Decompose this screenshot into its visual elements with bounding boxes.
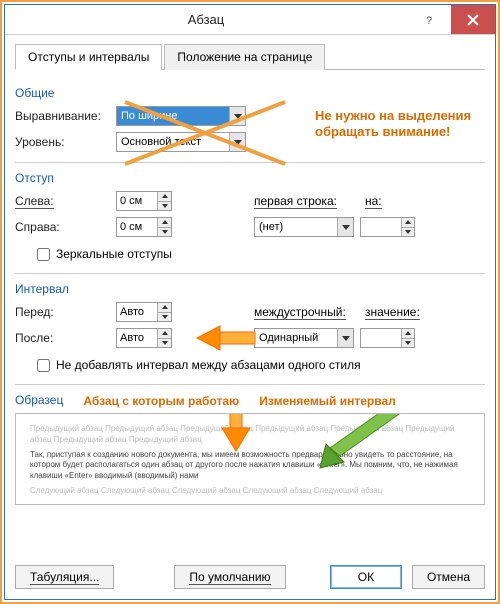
tab-strip: Отступы и интервалы Положение на страниц… (15, 43, 485, 70)
spacing-before-label: Перед: (15, 305, 110, 319)
spacing-before-spin[interactable] (116, 302, 172, 322)
indent-by-spin[interactable] (360, 217, 415, 237)
alignment-label: Выравнивание: (15, 109, 110, 123)
chevron-down-icon[interactable] (229, 107, 245, 125)
paragraph-dialog: Абзац ? Отступы и интервалы Положение на… (4, 4, 496, 600)
indent-right-spin[interactable] (116, 217, 172, 237)
window-title: Абзац (5, 12, 407, 27)
spacing-after-spin[interactable] (116, 328, 172, 348)
close-button[interactable] (451, 5, 495, 34)
section-indent: Отступ (15, 171, 485, 185)
indent-left-spin[interactable] (116, 191, 172, 211)
spin-down-icon[interactable] (158, 202, 171, 211)
first-line-label: первая строка: (254, 194, 359, 208)
section-general: Общие (15, 86, 485, 100)
preview-box: Предыдущий абзац Предыдущий абзац Предыд… (15, 413, 485, 505)
section-preview: Образец (15, 393, 63, 407)
tabs-button[interactable]: Табуляция... (15, 565, 114, 589)
spin-up-icon[interactable] (158, 192, 171, 202)
outline-label: Уровень: (15, 135, 110, 149)
help-button[interactable]: ? (407, 5, 451, 34)
spacing-at-spin[interactable] (360, 328, 415, 348)
chevron-down-icon[interactable] (337, 329, 353, 347)
button-bar: Табуляция... По умолчанию ОК Отмена (5, 557, 495, 599)
mirror-indents-checkbox[interactable] (37, 248, 50, 261)
annotation-general-note: Не нужно на выделения обращать внимание! (315, 106, 485, 158)
tab-indents[interactable]: Отступы и интервалы (15, 44, 162, 70)
line-spacing-label: междустрочный: (254, 305, 359, 319)
alignment-combo[interactable]: По ширине (116, 106, 246, 126)
spacing-at-label: значение: (365, 305, 420, 319)
defaults-button[interactable]: По умолчанию (174, 565, 285, 589)
indent-left-label: Слева: (15, 194, 110, 208)
spacing-after-label: После: (15, 331, 110, 345)
first-line-combo[interactable]: (нет) (254, 217, 354, 237)
ok-button[interactable]: ОК (330, 565, 402, 589)
nospace-same-style-checkbox[interactable] (37, 359, 50, 372)
chevron-down-icon[interactable] (229, 133, 245, 151)
annotation-current-paragraph: Абзац с которым работаю (83, 395, 239, 409)
annotation-changing-interval: Изменяемый интервал (259, 394, 395, 409)
outline-combo[interactable]: Основной текст (116, 132, 246, 152)
tab-position[interactable]: Положение на странице (164, 44, 325, 70)
svg-text:?: ? (426, 15, 432, 26)
mirror-indents-label: Зеркальные отступы (56, 247, 172, 261)
cancel-button[interactable]: Отмена (412, 565, 485, 589)
line-spacing-combo[interactable]: Одинарный (254, 328, 354, 348)
section-spacing: Интервал (15, 282, 485, 296)
indent-by-label: на: (365, 194, 395, 208)
indent-right-label: Справа: (15, 220, 110, 234)
chevron-down-icon[interactable] (337, 218, 353, 236)
nospace-same-style-label: Не добавлять интервал между абзацами одн… (56, 358, 361, 372)
titlebar: Абзац ? (5, 5, 495, 35)
